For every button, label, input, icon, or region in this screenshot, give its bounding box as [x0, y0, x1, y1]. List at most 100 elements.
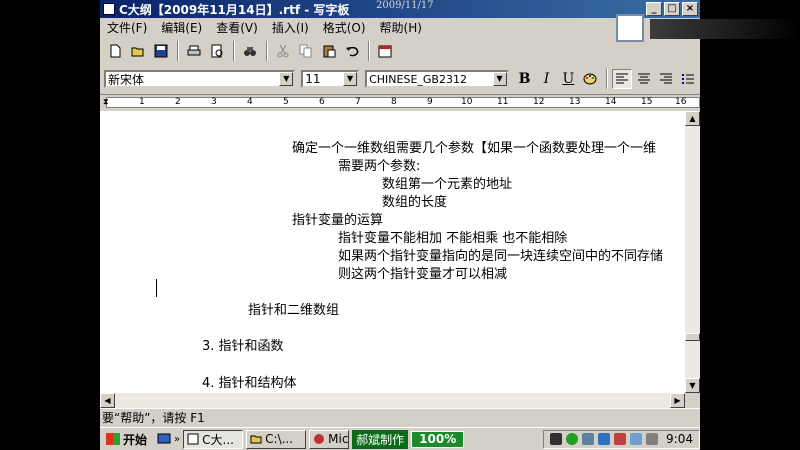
italic-button[interactable]: I: [537, 69, 557, 89]
scroll-right-button[interactable]: ▶: [670, 393, 685, 408]
font-size-combo[interactable]: 11 ▼: [301, 70, 360, 88]
scroll-down-button[interactable]: ▼: [685, 378, 700, 393]
cut-button[interactable]: [272, 40, 294, 62]
document-line: 指针和二维数组: [248, 303, 340, 318]
ruler-number: 8: [391, 97, 397, 107]
horizontal-scrollbar[interactable]: ◀ ▶: [100, 393, 685, 408]
clock[interactable]: 9:04: [666, 432, 693, 446]
align-right-button[interactable]: [656, 69, 676, 89]
script-combo[interactable]: CHINESE_GB2312 ▼: [365, 70, 509, 88]
document-area[interactable]: 确定一个一维数组需要几个参数【如果一个函数要处理一个一维 需要两个参数: 数组第…: [100, 111, 685, 393]
chevron-down-icon[interactable]: ▼: [492, 72, 507, 86]
ruler-number: 4: [247, 97, 253, 107]
insert-date-button[interactable]: [374, 40, 396, 62]
menu-help[interactable]: 帮助(H): [373, 19, 429, 36]
text-caret: [156, 279, 157, 297]
toolbar-separator: [266, 41, 268, 61]
folder-icon: [250, 435, 262, 444]
print-preview-button[interactable]: [206, 40, 228, 62]
ruler-number: 14: [605, 97, 617, 107]
underline-button[interactable]: U: [558, 69, 578, 89]
display-icon[interactable]: [630, 433, 643, 445]
taskbar-item-microsoft[interactable]: Mic: [309, 429, 350, 449]
toolbar-separator: [368, 41, 370, 61]
ruler-number: 9: [427, 97, 433, 107]
document-line: 如果两个指针变量指向的是同一块连续空间中的不同存储: [338, 249, 664, 264]
save-button[interactable]: [150, 40, 172, 62]
document-line: 指针变量的运算: [292, 213, 384, 228]
taskbar-item-folder[interactable]: C:\...: [246, 429, 307, 449]
menu-edit[interactable]: 编辑(E): [154, 19, 209, 36]
menu-bar: 文件(F) 编辑(E) 查看(V) 插入(I) 格式(O) 帮助(H): [100, 18, 700, 37]
monitor-icon[interactable]: [598, 433, 611, 445]
tray-app-icon[interactable]: [614, 433, 627, 445]
task-label: C:\...: [265, 432, 294, 446]
network-icon[interactable]: [566, 433, 579, 445]
ruler[interactable]: ⧗ 1 2 3 4 5 6 7 8 9 10 11 12 13 14 15 16: [100, 94, 700, 110]
open-button[interactable]: [127, 40, 149, 62]
start-label: 开始: [123, 432, 148, 447]
show-desktop-icon[interactable]: [157, 432, 171, 446]
task-label: C大...: [202, 432, 234, 447]
quick-launch-chevron-icon[interactable]: »: [174, 434, 180, 445]
font-name-combo[interactable]: 新宋体 ▼: [104, 70, 296, 88]
font-size-value: 11: [305, 72, 321, 86]
status-bar: 要“帮助”，请按 F1: [100, 408, 700, 426]
plug-icon[interactable]: [550, 433, 563, 445]
copy-button[interactable]: [295, 40, 317, 62]
save-icon: [154, 44, 168, 58]
menu-view[interactable]: 查看(V): [209, 19, 265, 36]
ruler-number: 10: [461, 97, 473, 107]
document-line: 数组第一个元素的地址: [382, 177, 513, 192]
standard-toolbar: [100, 38, 620, 64]
title-bar[interactable]: C大纲【2009年11月14日】.rtf - 写字板 2009/11/17 _ …: [100, 0, 700, 18]
font-name-value: 新宋体: [108, 72, 145, 87]
paste-button[interactable]: [318, 40, 340, 62]
ruler-number: 7: [355, 97, 361, 107]
menu-insert[interactable]: 插入(I): [265, 19, 316, 36]
scroll-left-button[interactable]: ◀: [100, 393, 115, 408]
new-button[interactable]: [104, 40, 126, 62]
bold-button[interactable]: B: [515, 69, 535, 89]
vertical-scrollbar[interactable]: ▲ ▼: [685, 111, 700, 393]
maximize-button[interactable]: □: [664, 2, 680, 16]
find-button[interactable]: [239, 40, 261, 62]
scroll-up-button[interactable]: ▲: [685, 111, 700, 126]
minimize-button[interactable]: _: [646, 2, 662, 16]
undo-icon: [346, 46, 359, 57]
toolbar-separator: [606, 69, 609, 89]
scroll-thumb[interactable]: [685, 333, 700, 341]
indent-marker[interactable]: ⧗: [103, 97, 109, 107]
start-button[interactable]: 开始: [102, 430, 151, 449]
format-toolbar: 新宋体 ▼ 11 ▼ CHINESE_GB2312 ▼ B I U: [100, 66, 700, 92]
volume-icon[interactable]: [646, 433, 659, 445]
align-left-icon: [616, 73, 629, 84]
tool-icon[interactable]: [582, 433, 595, 445]
ruler-number: 13: [569, 97, 581, 107]
zoom-indicator: 100%: [411, 430, 465, 448]
chevron-down-icon[interactable]: ▼: [343, 72, 358, 86]
ruler-number: 12: [533, 97, 545, 107]
script-value: CHINESE_GB2312: [369, 72, 467, 86]
chevron-down-icon[interactable]: ▼: [279, 72, 294, 86]
taskbar-item-wordpad[interactable]: C大...: [183, 429, 244, 449]
palette-icon: [583, 73, 597, 85]
close-button[interactable]: ×: [682, 2, 698, 16]
document-line: 数组的长度: [382, 195, 448, 210]
color-button[interactable]: [580, 69, 600, 89]
print-button[interactable]: [183, 40, 205, 62]
bullets-button[interactable]: [678, 69, 698, 89]
ruler-track: ⧗ 1 2 3 4 5 6 7 8 9 10 11 12 13 14 15 16: [103, 97, 700, 108]
menu-file[interactable]: 文件(F): [100, 19, 154, 36]
align-right-icon: [660, 73, 673, 84]
menu-format[interactable]: 格式(O): [316, 19, 373, 36]
video-overlay-bar: [650, 19, 800, 39]
ruler-number: 1: [139, 97, 145, 107]
undo-button[interactable]: [341, 40, 363, 62]
align-left-button[interactable]: [612, 69, 633, 89]
align-center-button[interactable]: [634, 69, 654, 89]
date-stamp: 2009/11/17: [376, 0, 434, 11]
quick-launch: »: [157, 432, 180, 446]
open-icon: [131, 47, 144, 57]
print-icon: [187, 45, 201, 56]
